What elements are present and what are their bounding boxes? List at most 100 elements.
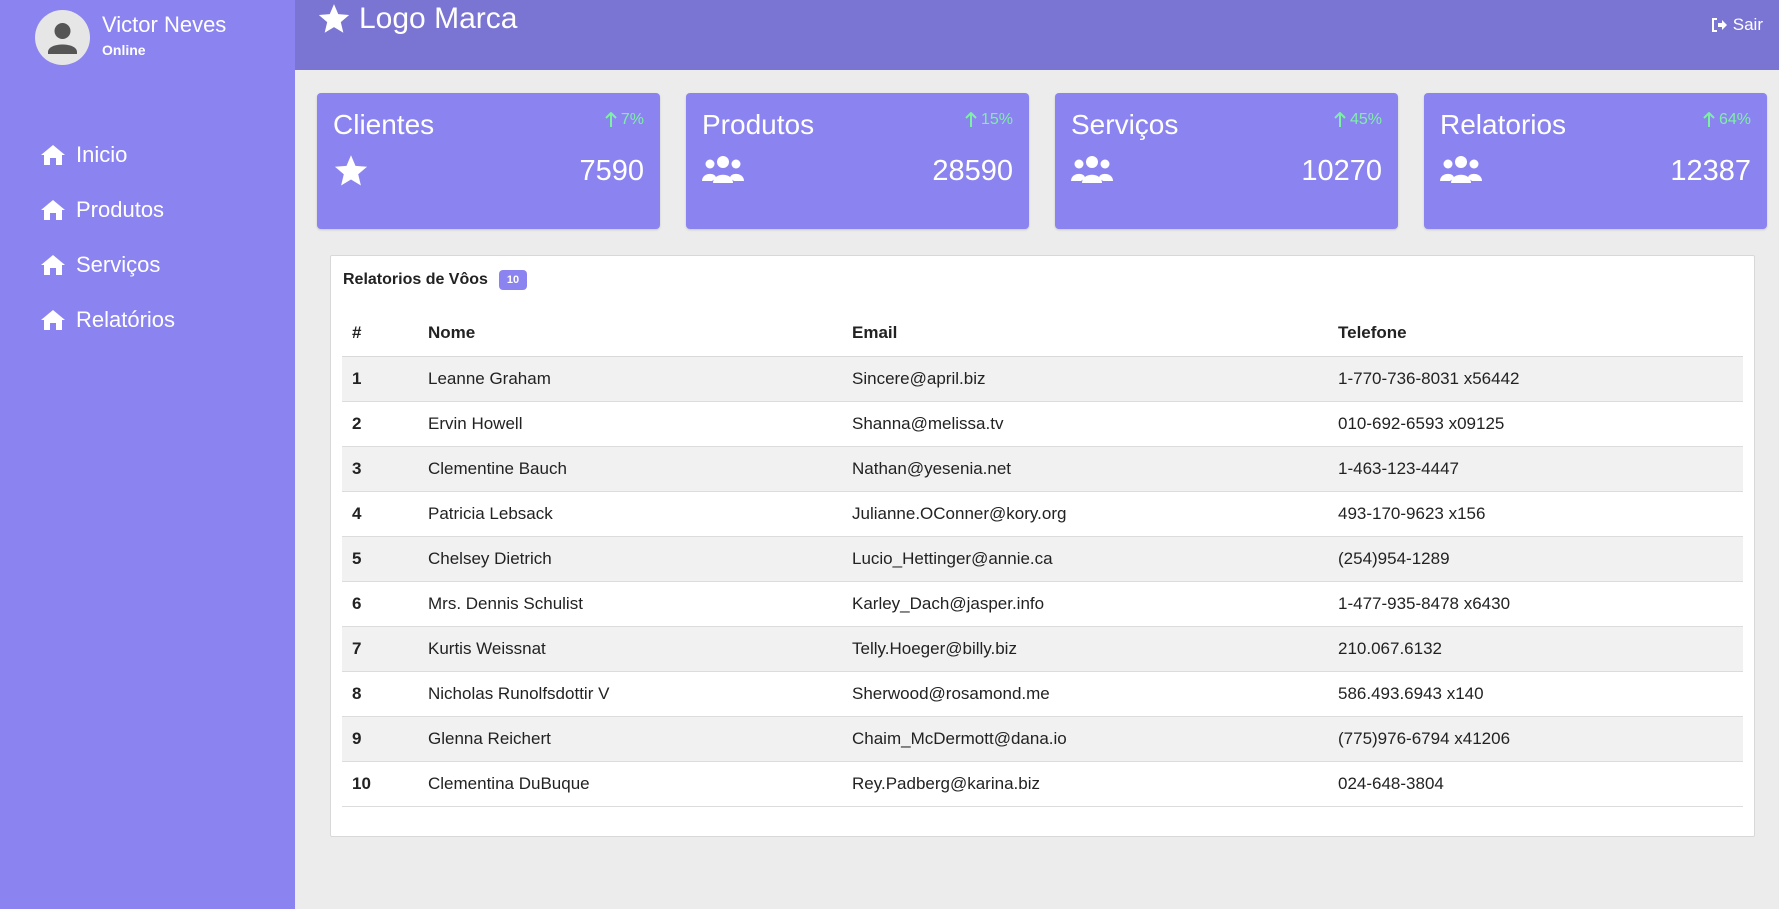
card-value: 7590 — [579, 155, 644, 187]
user-avatar-icon — [48, 23, 77, 54]
row-email: Sincere@april.biz — [842, 356, 1328, 402]
table-row[interactable]: 5 Chelsey Dietrich Lucio_Hettinger@annie… — [342, 536, 1743, 582]
stat-card-servicos[interactable]: Serviços 45% 10270 — [1055, 93, 1398, 229]
stat-card-relatorios[interactable]: Relatorios 64% 12387 — [1424, 93, 1767, 229]
row-phone: (254)954-1289 — [1328, 536, 1743, 582]
users-icon — [1071, 156, 1113, 183]
card-change-value: 7% — [620, 111, 644, 128]
row-email: Telly.Hoeger@billy.biz — [842, 626, 1328, 672]
stat-card-produtos[interactable]: Produtos 15% 28590 — [686, 93, 1029, 229]
top-header: Logo Marca Sair — [295, 0, 1779, 70]
row-phone: 1-477-935-8478 x6430 — [1328, 581, 1743, 627]
reports-panel: Relatorios de Vôos 10 # Nome Email Telef… — [330, 255, 1755, 837]
sidebar-item-label: Produtos — [76, 196, 165, 222]
row-number: 6 — [342, 581, 418, 627]
row-number: 4 — [342, 491, 418, 537]
sidebar-item-relatorios[interactable]: Relatórios — [40, 292, 175, 347]
home-icon — [41, 309, 65, 330]
row-email: Nathan@yesenia.net — [842, 446, 1328, 492]
table-row[interactable]: 2 Ervin Howell Shanna@melissa.tv 010-692… — [342, 401, 1743, 447]
logout-button[interactable]: Sair — [1711, 15, 1763, 35]
card-change: 15% — [964, 111, 1013, 129]
users-icon — [702, 156, 744, 183]
home-icon — [41, 144, 65, 165]
home-icon — [41, 199, 65, 220]
column-header: # — [342, 310, 418, 357]
row-number: 7 — [342, 626, 418, 672]
row-phone: 210.067.6132 — [1328, 626, 1743, 672]
row-name: Kurtis Weissnat — [418, 626, 842, 672]
row-name: Leanne Graham — [418, 356, 842, 402]
sidebar: Victor Neves Online Inicio Produtos Serv… — [0, 0, 295, 909]
arrow-up-icon — [965, 112, 977, 127]
home-icon — [41, 254, 65, 275]
row-name: Clementine Bauch — [418, 446, 842, 492]
row-email: Shanna@melissa.tv — [842, 401, 1328, 447]
table-row[interactable]: 8 Nicholas Runolfsdottir V Sherwood@rosa… — [342, 671, 1743, 717]
table-row[interactable]: 4 Patricia Lebsack Julianne.OConner@kory… — [342, 491, 1743, 537]
sidebar-item-label: Relatórios — [76, 306, 176, 332]
count-badge: 10 — [498, 270, 528, 290]
sign-out-icon — [1711, 18, 1727, 32]
users-icon — [1440, 156, 1482, 183]
card-value: 12387 — [1670, 155, 1751, 187]
card-value: 28590 — [932, 155, 1013, 187]
sidebar-item-produtos[interactable]: Produtos — [40, 182, 175, 237]
table-row[interactable]: 1 Leanne Graham Sincere@april.biz 1-770-… — [342, 356, 1743, 402]
card-change: 45% — [1333, 111, 1382, 129]
sidebar-item-inicio[interactable]: Inicio — [40, 127, 175, 182]
row-number: 5 — [342, 536, 418, 582]
card-change: 7% — [604, 111, 644, 129]
card-change-value: 64% — [1718, 111, 1751, 128]
card-change: 64% — [1702, 111, 1751, 129]
stat-card-clientes[interactable]: Clientes 7% 7590 — [317, 93, 660, 229]
row-phone: 586.493.6943 x140 — [1328, 671, 1743, 717]
row-name: Glenna Reichert — [418, 716, 842, 762]
row-email: Sherwood@rosamond.me — [842, 671, 1328, 717]
column-header: Telefone — [1328, 310, 1743, 357]
stat-cards: Clientes 7% 7590 Produtos 15% 28590 Serv… — [317, 93, 1767, 229]
card-title: Serviços — [1071, 109, 1179, 140]
row-email: Karley_Dach@jasper.info — [842, 581, 1328, 627]
row-phone: 1-463-123-4447 — [1328, 446, 1743, 492]
row-name: Patricia Lebsack — [418, 491, 842, 537]
row-phone: (775)976-6794 x41206 — [1328, 716, 1743, 762]
column-header: Email — [842, 310, 1328, 357]
row-phone: 010-692-6593 x09125 — [1328, 401, 1743, 447]
user-name: Victor Neves — [102, 11, 227, 37]
row-number: 3 — [342, 446, 418, 492]
table-row[interactable]: 6 Mrs. Dennis Schulist Karley_Dach@jaspe… — [342, 581, 1743, 627]
card-title: Clientes — [333, 109, 435, 140]
row-email: Chaim_McDermott@dana.io — [842, 716, 1328, 762]
logout-label: Sair — [1732, 15, 1763, 34]
sidebar-item-label: Inicio — [76, 141, 128, 167]
row-number: 8 — [342, 671, 418, 717]
user-status: Online — [102, 41, 146, 58]
sidebar-item-servicos[interactable]: Serviços — [40, 237, 175, 292]
table-row[interactable]: 10 Clementina DuBuque Rey.Padberg@karina… — [342, 761, 1743, 807]
card-change-value: 45% — [1349, 111, 1382, 128]
arrow-up-icon — [1334, 112, 1346, 127]
row-number: 1 — [342, 356, 418, 402]
reports-table: # Nome Email Telefone 1 Leanne Graham Si… — [342, 310, 1743, 807]
avatar — [35, 10, 90, 65]
sidebar-nav: Inicio Produtos Serviços Relatórios — [40, 127, 175, 347]
row-phone: 1-770-736-8031 x56442 — [1328, 356, 1743, 402]
row-email: Rey.Padberg@karina.biz — [842, 761, 1328, 807]
row-email: Julianne.OConner@kory.org — [842, 491, 1328, 537]
arrow-up-icon — [1703, 112, 1715, 127]
table-row[interactable]: 7 Kurtis Weissnat Telly.Hoeger@billy.biz… — [342, 626, 1743, 672]
panel-title: Relatorios de Vôos 10 — [343, 270, 528, 290]
brand-logo[interactable]: Logo Marca — [317, 2, 517, 36]
column-header: Nome — [418, 310, 842, 357]
brand-name: Logo Marca — [359, 2, 518, 35]
panel-title-text: Relatorios de Vôos — [343, 271, 488, 288]
table-row[interactable]: 9 Glenna Reichert Chaim_McDermott@dana.i… — [342, 716, 1743, 762]
card-value: 10270 — [1301, 155, 1382, 187]
row-phone: 493-170-9623 x156 — [1328, 491, 1743, 537]
card-change-value: 15% — [980, 111, 1013, 128]
row-name: Clementina DuBuque — [418, 761, 842, 807]
table-header-row: # Nome Email Telefone — [342, 310, 1743, 357]
table-row[interactable]: 3 Clementine Bauch Nathan@yesenia.net 1-… — [342, 446, 1743, 492]
row-name: Nicholas Runolfsdottir V — [418, 671, 842, 717]
